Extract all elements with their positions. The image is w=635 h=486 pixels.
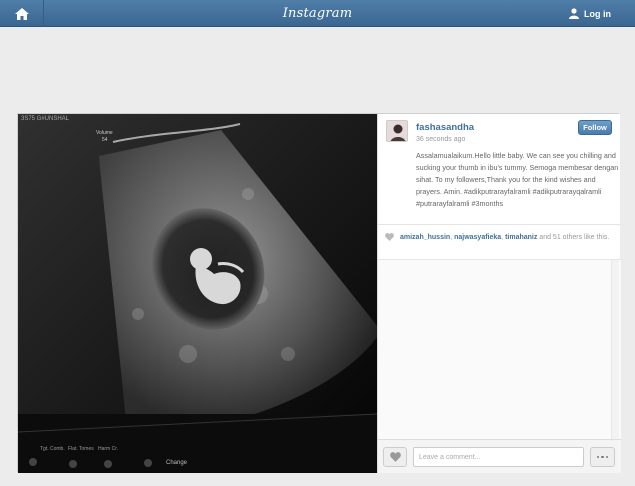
user-icon (569, 8, 579, 19)
device-label-side1: Volume (96, 130, 113, 136)
post-card: 3S75 G#UNSHAL Volume 54 Tgt. Comb. Flat.… (17, 113, 621, 473)
login-button[interactable]: Log in (569, 0, 611, 27)
home-icon (14, 7, 29, 20)
comment-input[interactable] (413, 447, 584, 467)
comments-scrollbar[interactable] (611, 260, 619, 439)
more-options-button[interactable] (590, 447, 615, 467)
login-label: Log in (584, 8, 611, 19)
device-label-top: 3S75 G#UNSHAL (21, 116, 70, 122)
post-caption: Assalamualaikum.Hello little baby. We ca… (416, 151, 619, 208)
follow-button[interactable]: Follow (578, 120, 612, 135)
liker-link-2[interactable]: najwasyafieka (454, 234, 501, 241)
comments-list[interactable] (378, 259, 621, 439)
heart-icon (385, 233, 394, 241)
likes-others: and 51 others like this. (537, 234, 610, 241)
dot-icon (596, 455, 600, 459)
user-photo-icon (387, 121, 407, 141)
top-navigation-bar: Instagram Log in (0, 0, 635, 27)
ultrasound-image: 3S75 G#UNSHAL Volume 54 Tgt. Comb. Flat.… (18, 114, 377, 473)
heart-icon (389, 452, 401, 462)
comment-bar (378, 439, 621, 473)
home-button[interactable] (0, 0, 44, 27)
liker-link-1[interactable]: amizah_hussin (400, 234, 450, 241)
post-username[interactable]: fashasandha (416, 122, 474, 133)
dot-icon (605, 455, 609, 459)
liker-link-3[interactable]: timahaniz (505, 234, 537, 241)
device-label-side2: 54 (102, 137, 108, 143)
like-button[interactable] (383, 447, 407, 467)
device-label-bottom3: Harm Cr. (98, 446, 118, 452)
device-label-bottom4: Change (166, 460, 188, 466)
device-label-bottom2: Flat. Tomes (68, 446, 94, 452)
post-photo[interactable]: 3S75 G#UNSHAL Volume 54 Tgt. Comb. Flat.… (18, 114, 377, 473)
post-timestamp[interactable]: 36 seconds ago (416, 136, 465, 143)
post-header: fashasandha 36 seconds ago Follow Assala… (386, 120, 618, 230)
avatar[interactable] (386, 120, 408, 142)
device-label-bottom1: Tgt. Comb. (40, 446, 65, 452)
brand-logo[interactable]: Instagram (283, 6, 353, 21)
dot-icon (601, 455, 604, 459)
likes-summary: amizah_hussin, najwasyafieka, timahaniz … (378, 224, 621, 259)
post-details: fashasandha 36 seconds ago Follow Assala… (377, 114, 621, 473)
